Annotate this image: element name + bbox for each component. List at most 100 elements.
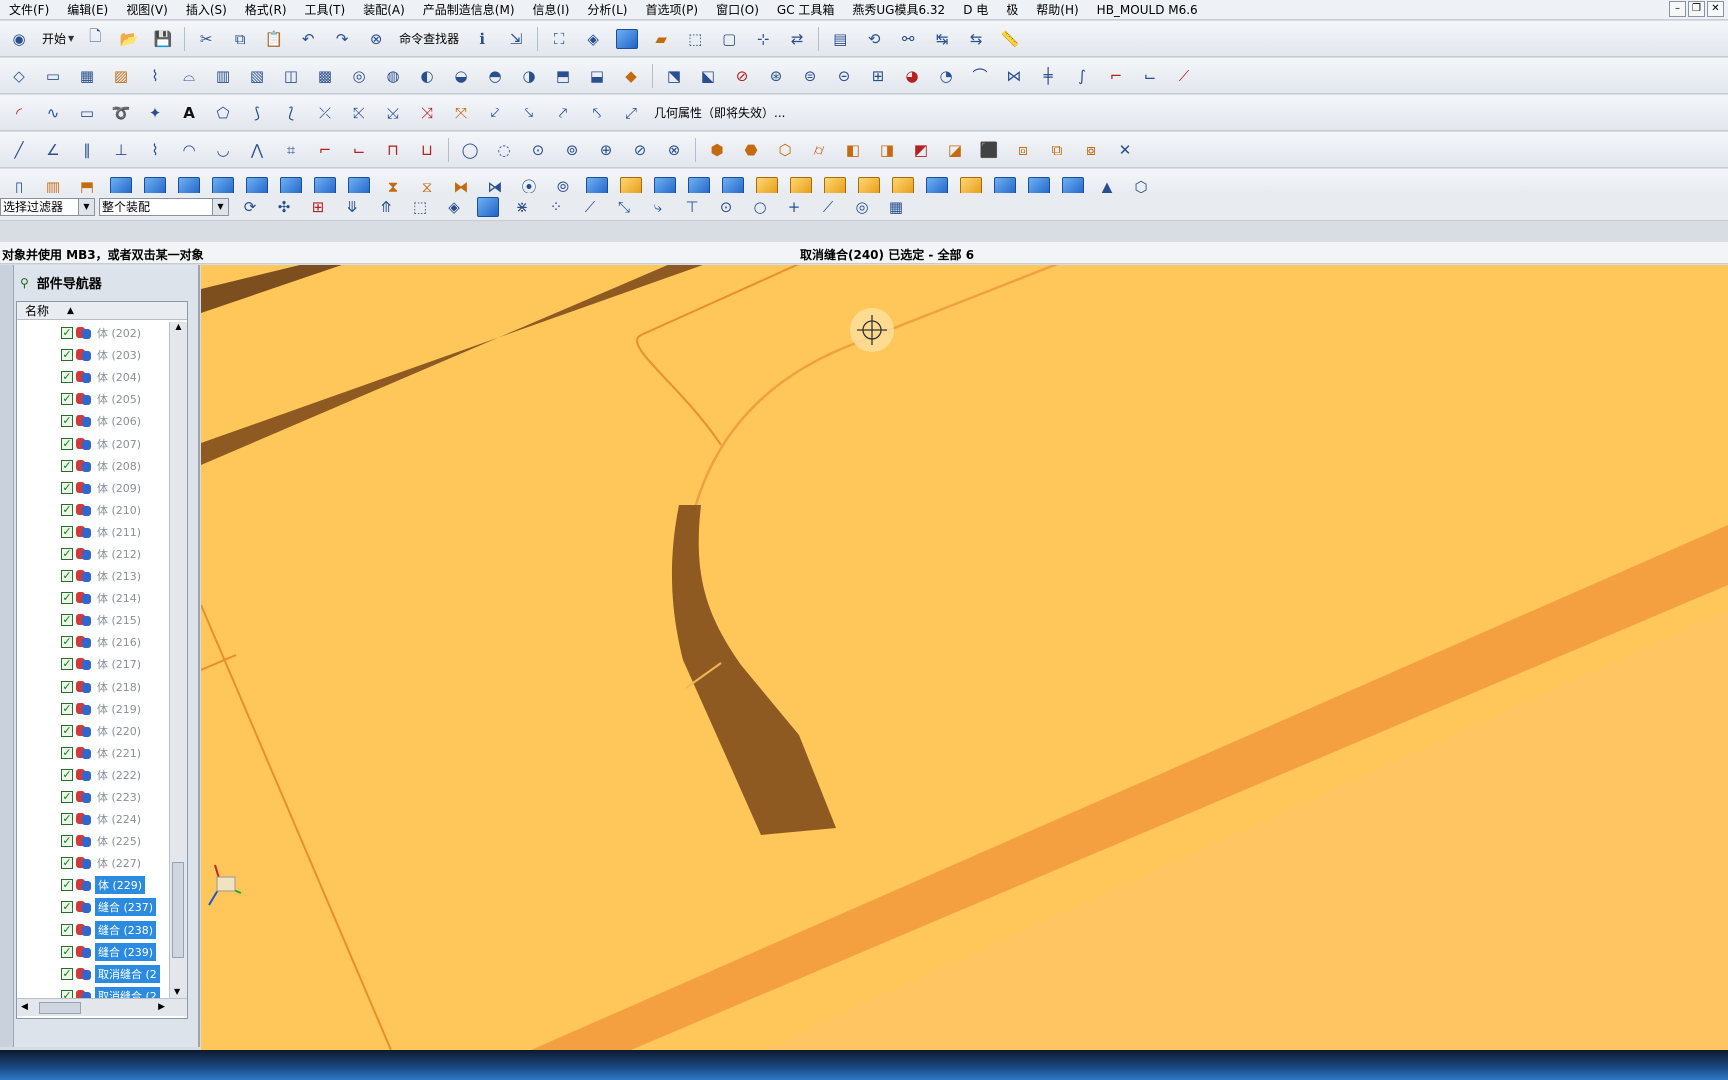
visibility-checkbox[interactable]: ✓ — [61, 768, 73, 781]
select-cursor-icon[interactable]: ⇲ — [503, 26, 529, 52]
subtract-icon[interactable]: ◩ — [908, 137, 934, 163]
tree-row[interactable]: ✓ 体 (209) — [17, 477, 169, 499]
snap-intersection-icon[interactable]: ⤡ — [611, 194, 637, 220]
tree-row[interactable]: ✓ 体 (212) — [17, 543, 169, 565]
geometry-attr-button[interactable]: 几何属性（即将失效）... — [654, 104, 785, 121]
tree-row[interactable]: ✓ 缝合 (239) — [17, 941, 169, 963]
curve-param-icon[interactable]: ⤦ — [482, 100, 508, 126]
tree-row[interactable]: ✓ 体 (213) — [17, 565, 169, 587]
arc-3pt-icon[interactable]: ◡ — [210, 137, 236, 163]
join-curve-icon[interactable]: ⟅ — [278, 100, 304, 126]
geometry-attr-icon[interactable]: ⤢ — [618, 100, 644, 126]
tree-row[interactable]: ✓ 体 (215) — [17, 609, 169, 631]
snap-on-surface-icon[interactable]: ⟋ — [815, 194, 841, 220]
fillet-icon[interactable]: ◑ — [516, 63, 542, 89]
circle-icon[interactable]: ◯ — [457, 137, 483, 163]
tree-row[interactable]: ✓ 体 (203) — [17, 344, 169, 366]
select-face-icon[interactable]: ⤊ — [373, 194, 399, 220]
extrude-icon[interactable]: ⬣ — [738, 137, 764, 163]
menu-item[interactable]: GC 工具箱 — [768, 1, 844, 18]
close-button[interactable]: ✕ — [1707, 1, 1724, 17]
rectangle-icon[interactable]: ▭ — [74, 100, 100, 126]
tree-row[interactable]: ✓ 体 (224) — [17, 808, 169, 830]
visibility-checkbox[interactable]: ✓ — [61, 437, 73, 450]
visibility-checkbox[interactable]: ✓ — [61, 614, 73, 627]
circle-point-icon[interactable]: ⊗ — [661, 137, 687, 163]
visibility-checkbox[interactable]: ✓ — [61, 791, 73, 804]
x-form-icon[interactable]: ◆ — [618, 63, 644, 89]
visibility-checkbox[interactable]: ✓ — [61, 592, 73, 605]
n-sided-surface-icon[interactable]: ▨ — [108, 63, 134, 89]
assembly-icon[interactable]: ▤ — [827, 26, 853, 52]
redo-icon[interactable]: ↷ — [329, 26, 355, 52]
curve-on-surface-icon[interactable]: ⌒ — [967, 63, 993, 89]
scope-filter-select[interactable]: 整个装配 ▼ — [99, 197, 229, 216]
visibility-checkbox[interactable]: ✓ — [61, 503, 73, 516]
menu-item[interactable]: 装配(A) — [354, 1, 414, 18]
ruler-icon[interactable]: 📏 — [997, 26, 1023, 52]
tree-row[interactable]: ✓ 缝合 (237) — [17, 896, 169, 918]
tree-row[interactable]: ✓ 体 (208) — [17, 455, 169, 477]
tree-row[interactable]: ✓ 体 (225) — [17, 830, 169, 852]
tree-row[interactable]: ✓ 体 (202) — [17, 322, 169, 344]
visibility-checkbox[interactable]: ✓ — [61, 570, 73, 583]
visibility-checkbox[interactable]: ✓ — [61, 525, 73, 538]
tree-row[interactable]: ✓ 取消缝合 (2 — [17, 963, 169, 985]
perpendicular-line-icon[interactable]: ⊥ — [108, 137, 134, 163]
scale-curve-icon[interactable]: ⤤ — [550, 100, 576, 126]
visibility-checkbox[interactable]: ✓ — [61, 879, 73, 892]
step-icon[interactable]: ⊓ — [380, 137, 406, 163]
tree-row[interactable]: ✓ 体 (221) — [17, 742, 169, 764]
hole-icon[interactable]: ◨ — [874, 137, 900, 163]
copy-icon[interactable]: ⧉ — [227, 26, 253, 52]
intersect-curve-icon[interactable]: ⋈ — [1001, 63, 1027, 89]
menu-item[interactable]: 编辑(E) — [58, 1, 117, 18]
parallel-line-icon[interactable]: ∥ — [74, 137, 100, 163]
save-icon[interactable]: 💾 — [150, 26, 176, 52]
chevron-down-icon[interactable]: ▼ — [68, 34, 74, 43]
line-icon[interactable]: ╱ — [6, 137, 32, 163]
visibility-checkbox[interactable]: ✓ — [61, 724, 73, 737]
tree-row[interactable]: ✓ 体 (218) — [17, 676, 169, 698]
tree-row[interactable]: ✓ 体 (210) — [17, 499, 169, 521]
move-face-icon[interactable]: ⊞ — [865, 63, 891, 89]
tree-row[interactable]: ✓ 体 (229) — [17, 874, 169, 896]
curve-bound-icon[interactable]: ⤣ — [584, 100, 610, 126]
snap-on-curve-icon[interactable]: + — [781, 194, 807, 220]
stretch-curve-icon[interactable]: ⤥ — [516, 100, 542, 126]
corner-icon[interactable]: ⌙ — [346, 137, 372, 163]
bounded-plane-icon[interactable]: ▩ — [312, 63, 338, 89]
tree-row[interactable]: ✓ 体 (206) — [17, 410, 169, 432]
visibility-checkbox[interactable]: ✓ — [61, 923, 73, 936]
scrollbar-thumb[interactable] — [39, 1002, 81, 1014]
minimize-button[interactable]: – — [1669, 1, 1686, 17]
circle-center-icon[interactable]: ⊕ — [593, 137, 619, 163]
visibility-checkbox[interactable]: ✓ — [61, 835, 73, 848]
restore-button[interactable]: ❐ — [1688, 1, 1705, 17]
delete-face-icon[interactable]: ⊘ — [729, 63, 755, 89]
scroll-right-icon[interactable]: ▶ — [158, 1002, 165, 1012]
isoparametric-icon[interactable]: ╪ — [1035, 63, 1061, 89]
move-object-icon[interactable]: ⇄ — [784, 26, 810, 52]
visibility-checkbox[interactable]: ✓ — [61, 746, 73, 759]
offset-surface-icon[interactable]: ▥ — [210, 63, 236, 89]
trim-curve-icon[interactable]: ⤫ — [312, 100, 338, 126]
divide-face-icon[interactable]: ⬕ — [695, 63, 721, 89]
box-feature-icon[interactable]: ⬢ — [704, 137, 730, 163]
project-curve-icon[interactable]: ∫ — [1069, 63, 1095, 89]
layer-icon[interactable]: ▰ — [648, 26, 674, 52]
menu-item[interactable]: 分析(L) — [578, 1, 636, 18]
filter-reset-icon[interactable]: ⟳ — [237, 194, 263, 220]
visibility-checkbox[interactable]: ✓ — [61, 415, 73, 428]
through-curves-icon[interactable]: ▦ — [74, 63, 100, 89]
new-file-icon[interactable]: 🗋 — [82, 26, 108, 52]
select-feature-icon[interactable]: ⤋ — [339, 194, 365, 220]
color-face-icon[interactable]: ◕ — [899, 63, 925, 89]
extend-line-icon[interactable]: ⊔ — [414, 137, 440, 163]
horizontal-scrollbar[interactable]: ◀ ▶ — [17, 998, 187, 1016]
scroll-left-icon[interactable]: ◀ — [21, 1002, 28, 1012]
tree-row[interactable]: ✓ 体 (217) — [17, 653, 169, 675]
model-view[interactable] — [201, 265, 1728, 1050]
paste-icon[interactable]: 📋 — [261, 26, 287, 52]
cylinder-icon[interactable]: ⌭ — [806, 137, 832, 163]
